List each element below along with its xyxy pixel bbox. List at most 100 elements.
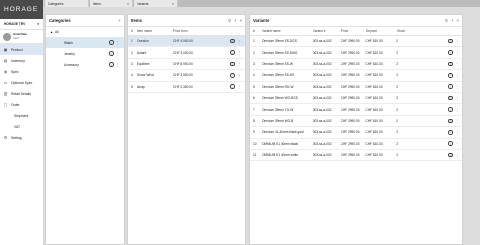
sidebar-item-retail-details[interactable]: ▥ Retail Details [0, 88, 43, 99]
more-icon[interactable]: ⋮ [453, 153, 462, 158]
table-row[interactable]: 2 Omnium 39mm SS-MHG 003-ss-a-002 CHF 2990.… [250, 47, 462, 59]
variant-name: Omnium 39mm SS-W [261, 61, 293, 66]
table-row[interactable]: 8 Omnium 39mm WG-B 003-ss-a-002 CHF 2990.00… [250, 116, 462, 128]
close-icon[interactable]: × [172, 2, 174, 6]
variant-price: CHF 2990.00 [340, 96, 360, 101]
tab-label: Items [93, 1, 101, 6]
more-icon[interactable]: ⋮ [114, 40, 121, 45]
more-icon[interactable]: ⋮ [453, 73, 462, 78]
close-icon[interactable]: × [457, 18, 459, 23]
more-icon[interactable]: ⋮ [453, 96, 462, 101]
variant-number: 003-ss-a-002 [312, 61, 332, 66]
more-icon[interactable]: ⋮ [114, 51, 121, 56]
table-row[interactable]: 4 Sonor Wind CHF 3,500.00 i ⋮ [128, 70, 245, 82]
table-row[interactable]: 5 Arrap CHF 2,300.00 i ⋮ [128, 82, 245, 93]
table-row[interactable]: 4 Omnium 39mm SS-HS 003-ss-a-002 CHF 2990.0… [250, 70, 462, 82]
sidebar-item-spec[interactable]: ◈ Spec [0, 66, 43, 77]
add-icon[interactable]: + [119, 18, 121, 23]
sidebar-item-vat[interactable]: VAT [0, 121, 43, 132]
row-number: 5 [131, 84, 133, 89]
table-row[interactable]: 9 Omnium 41-40mm black gold 003-ss-a-002 CH… [250, 127, 462, 139]
row-number: 10 [253, 141, 257, 146]
table-row[interactable]: 10 OMNIUM K1 40mm black 003-ss-a-002 CHF 29… [250, 139, 462, 150]
column-header: Price [341, 29, 349, 33]
user-profile[interactable]: Andi Pala CEO [0, 30, 43, 44]
variant-stock: 2 [396, 153, 399, 158]
more-icon[interactable]: ⋮ [453, 84, 462, 89]
more-icon[interactable]: ⋮ [453, 118, 462, 123]
variant-stock: 2 [396, 39, 399, 44]
category-label: Jewelry [64, 51, 75, 56]
more-icon[interactable]: ⋮ [235, 73, 244, 78]
more-icon[interactable]: ⋮ [453, 107, 462, 112]
variant-stock: 2 [396, 130, 399, 135]
more-icon[interactable]: ⋮ [453, 141, 462, 146]
add-icon[interactable]: + [234, 18, 236, 23]
items-panel: Items ⚲ + × # Item name Price from 1 Ovecion… [127, 14, 246, 245]
items-header: # Item name Price from [128, 27, 245, 36]
sidebar-item-setting[interactable]: ⚙ Setting [0, 132, 43, 143]
search-icon[interactable]: ⚲ [228, 18, 231, 23]
table-row[interactable]: 3 Omnium 39mm SS-W 003-ss-a-002 CHF 2990.00… [250, 59, 462, 71]
table-row[interactable]: 3 Equilibre CHF 8,900.00 i ⋮ [128, 59, 245, 71]
item-name: Autark [137, 50, 147, 55]
table-row[interactable]: 5 Omnium 39mm RG-W 003-ss-a-002 CHF 2990.00… [250, 82, 462, 93]
more-icon[interactable]: ⋮ [235, 84, 244, 89]
variants-panel: Variants ⚲ + × # Variant name Variant # Pri… [249, 14, 463, 245]
more-icon[interactable]: ⋮ [235, 39, 244, 44]
variant-number: 003-ss-a-002 [312, 141, 332, 146]
variant-stock: 2 [396, 84, 399, 89]
more-icon[interactable]: ⋮ [453, 50, 462, 55]
tab-categories[interactable]: Categories [45, 0, 89, 7]
close-icon[interactable]: × [127, 2, 129, 6]
sidebar-item-label: VAT [14, 124, 21, 129]
panel-title: Variants [253, 18, 270, 23]
variant-number: 003-ss-a-002 [312, 50, 332, 55]
sidebar-item-product[interactable]: ▣ Product [0, 44, 43, 55]
item-name: Equilibre [137, 61, 150, 66]
category-row[interactable]: Watch i ⋮ [46, 37, 124, 48]
category-label: Accessory [64, 62, 79, 67]
sidebar-item-inventory[interactable]: ▤ Inventory [0, 55, 43, 66]
variant-deposit: CHF 810.00 [365, 84, 383, 89]
item-price: CHF 2,300.00 [173, 84, 193, 89]
search-icon[interactable]: ⚲ [445, 18, 448, 23]
organization-selector[interactable]: HORAGE TRV ▾ [0, 19, 43, 30]
row-number: 2 [253, 50, 255, 55]
row-number: 2 [131, 50, 133, 55]
sidebar-item-order[interactable]: ▢ Order [0, 99, 43, 110]
category-all[interactable]: ▲ All [46, 27, 124, 37]
more-icon[interactable]: ⋮ [235, 50, 244, 55]
table-row[interactable]: 7 Omnium 39mm YG-W 003-ss-a-002 CHF 2990.00… [250, 104, 462, 116]
table-row[interactable]: 1 Ovecion CHF 4,900.00 i ⋮ [128, 36, 245, 48]
sidebar-item-shipment[interactable]: Shipment [0, 110, 43, 121]
row-number: 7 [253, 107, 255, 112]
variant-number: 003-ss-a-002 [312, 96, 332, 101]
close-icon[interactable]: × [240, 18, 242, 23]
more-icon[interactable]: ⋮ [114, 62, 121, 67]
table-row[interactable]: 11 OMNIUM K1 40mm white 003-ss-a-002 CHF 29… [250, 150, 462, 162]
variant-name: Omnium 39mm WG-BGS [261, 96, 298, 101]
variant-price: CHF 2990.00 [340, 153, 360, 158]
variant-stock: 2 [396, 107, 399, 112]
sidebar-item-optional-spec[interactable]: ▭ Optional Spec [0, 77, 43, 88]
column-header: Price from [173, 29, 188, 33]
item-price: CHF 3,000.00 [173, 50, 193, 55]
variant-number: 003-ss-a-002 [312, 84, 332, 89]
category-row[interactable]: Jewelry i ⋮ [46, 48, 124, 59]
variant-deposit: CHF 810.00 [365, 73, 383, 78]
tab-variants[interactable]: Variants × [134, 0, 178, 7]
more-icon[interactable]: ⋮ [453, 39, 462, 44]
table-row[interactable]: 1 Omnium 39mm SS-DGS 003-ss-a-002 CHF 2990.… [250, 36, 462, 48]
more-icon[interactable]: ⋮ [453, 61, 462, 66]
variant-number: 003-ss-a-002 [312, 107, 332, 112]
table-row[interactable]: 6 Omnium 39mm WG-BGS 003-ss-a-002 CHF 2990.… [250, 93, 462, 105]
item-price: CHF 4,900.00 [173, 39, 193, 44]
more-icon[interactable]: ⋮ [453, 130, 462, 135]
variants-header: # Variant name Variant # Price Deposit S… [250, 27, 462, 36]
tab-items[interactable]: Items × [90, 0, 133, 7]
category-row[interactable]: Accessory i ⋮ [46, 59, 124, 70]
more-icon[interactable]: ⋮ [235, 61, 244, 66]
add-icon[interactable]: + [451, 18, 453, 23]
table-row[interactable]: 2 Autark CHF 3,000.00 i ⋮ [128, 47, 245, 59]
